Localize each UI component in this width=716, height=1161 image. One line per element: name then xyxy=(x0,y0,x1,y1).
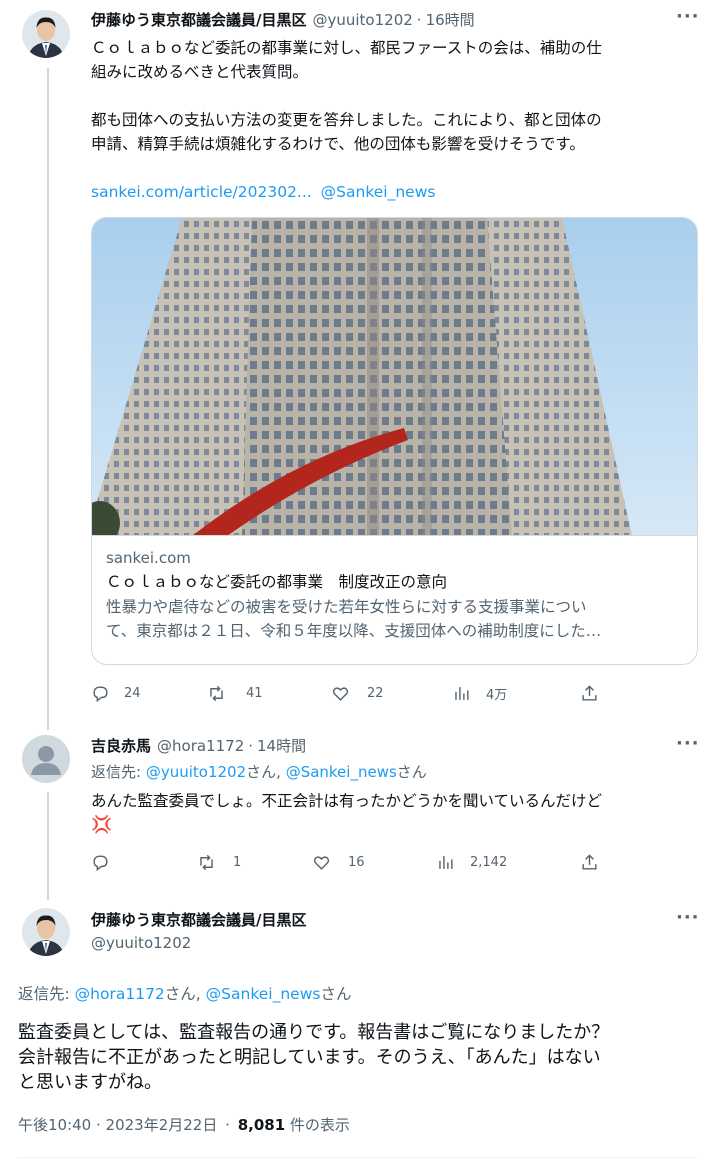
author-handle[interactable]: @hora1172 xyxy=(157,737,244,755)
retweet-icon xyxy=(210,685,223,702)
reply-to-separator: さん, xyxy=(164,985,206,1003)
mention-link[interactable]: @Sankei_news xyxy=(321,183,436,201)
tweet-time[interactable]: 16時間 xyxy=(426,9,475,30)
retweet-icon xyxy=(200,854,213,871)
separator-dot: · xyxy=(248,736,254,755)
anger-emoji: 💢 xyxy=(91,815,113,835)
avatar[interactable] xyxy=(22,735,70,783)
card-title: Ｃｏｌａｂｏなど委託の都事業 制度改正の意向 xyxy=(106,573,448,591)
like-count: 16 xyxy=(348,855,365,870)
author-name[interactable]: 伊藤ゆう東京都議会議員/目黒区 xyxy=(91,909,306,930)
reply-to-mention[interactable]: @yuuito1202 xyxy=(146,763,246,781)
more-icon[interactable]: ··· xyxy=(676,907,700,928)
article-link[interactable]: sankei.com/article/202302... xyxy=(91,183,312,201)
tweet-text: あんた監査委員でしょ。不正会計は有ったかどうかを聞いているんだけど 💢 xyxy=(91,789,696,837)
card-description: 性暴力や虐待などの被害を受けた若年女性らに対する支援事業につい て、東京都は２１… xyxy=(106,595,683,643)
reply-to-mention[interactable]: @hora1172 xyxy=(75,985,165,1003)
author-name[interactable]: 伊藤ゆう東京都議会議員/目黒区 xyxy=(91,9,306,30)
link-card[interactable]: sankei.com Ｃｏｌａｂｏなど委託の都事業 制度改正の意向 性暴力や虐待… xyxy=(91,217,698,665)
reply-count: 24 xyxy=(124,686,141,701)
tweet-line: Ｃｏｌａｂｏなど委託の都事業に対し、都民ファーストの会は、補助の仕 xyxy=(91,39,602,57)
author-name[interactable]: 吉良赤馬 xyxy=(91,735,151,756)
avatar[interactable] xyxy=(22,10,70,58)
tweet-line: と思いますがね。 xyxy=(18,1072,162,1093)
like-button[interactable]: 16 xyxy=(312,853,365,872)
view-label: 件の表示 xyxy=(289,1116,350,1134)
card-desc-line: て、東京都は２１日、令和５年度以降、支援団体への補助制度にした… xyxy=(106,622,602,640)
tweet-line: 都も団体への支払い方法の変更を答弁しました。これにより、都と団体の xyxy=(91,111,602,129)
reply-button[interactable] xyxy=(91,853,124,872)
like-count: 22 xyxy=(367,686,384,701)
tweet-line xyxy=(91,84,696,108)
reply-button[interactable]: 24 xyxy=(91,684,141,703)
more-icon[interactable]: ··· xyxy=(676,733,700,754)
like-icon xyxy=(332,687,349,701)
author-handle[interactable]: @yuuito1202 xyxy=(91,934,191,952)
reply-icon xyxy=(93,855,108,872)
separator-dot: · xyxy=(225,1116,230,1134)
reply-to-mention[interactable]: @Sankei_news xyxy=(206,985,321,1003)
retweet-count: 41 xyxy=(246,686,263,701)
separator-dot: · xyxy=(416,10,422,29)
reply-to: 返信先: @hora1172さん, @Sankei_newsさん xyxy=(18,983,351,1005)
retweet-count: 1 xyxy=(233,855,242,870)
view-count: 8,081 xyxy=(237,1116,286,1134)
reply-to: 返信先: @yuuito1202さん, @Sankei_newsさん xyxy=(91,761,427,783)
reply-to-suffix: さん xyxy=(396,763,427,781)
views-icon xyxy=(439,856,453,869)
reply-icon xyxy=(93,686,108,703)
author-handle[interactable]: @yuuito1202 xyxy=(312,11,412,29)
tweet-text: 監査委員としては、監査報告の通りです。報告書はご覧になりましたか？ 会計報告に不… xyxy=(18,1020,708,1095)
avatar[interactable] xyxy=(22,908,70,956)
retweet-button[interactable]: 1 xyxy=(197,853,241,872)
tweet-line: 申請、精算手続は煩雑化するわけで、他の団体も影響を受けそうです。 xyxy=(91,135,585,153)
thread-line xyxy=(47,792,49,900)
thread-line xyxy=(47,68,49,730)
like-icon xyxy=(313,856,330,870)
like-button[interactable]: 22 xyxy=(331,684,384,703)
tweet-timestamp[interactable]: 午後10:40 · 2023年2月22日 xyxy=(18,1116,217,1134)
share-icon xyxy=(582,685,597,701)
tweet-line: 監査委員としては、監査報告の通りです。報告書はご覧になりましたか？ xyxy=(18,1022,610,1043)
views-button[interactable]: 2,142 xyxy=(436,853,507,872)
views-button[interactable]: 4万 xyxy=(452,684,507,703)
reply-to-suffix: さん xyxy=(320,985,352,1003)
reply-to-mention[interactable]: @Sankei_news xyxy=(286,763,397,781)
tweet-meta: 午後10:40 · 2023年2月22日 · 8,081 件の表示 xyxy=(18,1114,350,1135)
reply-to-label: 返信先: xyxy=(18,985,70,1003)
tweet-time[interactable]: 14時間 xyxy=(257,735,306,756)
share-button[interactable] xyxy=(580,684,599,703)
share-button[interactable] xyxy=(580,853,599,872)
divider xyxy=(18,1157,698,1158)
tweet-text: Ｃｏｌａｂｏなど委託の都事業に対し、都民ファーストの会は、補助の仕 組みに改める… xyxy=(91,36,696,156)
views-count: 2,142 xyxy=(470,855,508,870)
reply-to-separator: さん, xyxy=(246,763,286,781)
tweet-line: 組みに改めるべきと代表質問。 xyxy=(91,63,309,81)
more-icon[interactable]: ··· xyxy=(676,6,700,27)
views-icon xyxy=(455,687,469,700)
card-domain: sankei.com xyxy=(106,549,191,567)
retweet-button[interactable]: 41 xyxy=(207,684,263,703)
card-image xyxy=(92,218,697,536)
share-icon xyxy=(582,854,597,870)
views-count: 4万 xyxy=(486,688,508,703)
card-desc-line: 性暴力や虐待などの被害を受けた若年女性らに対する支援事業につい xyxy=(106,598,587,616)
tweet-line: 会計報告に不正があったと明記しています。そのうえ、「あんた」はない xyxy=(18,1047,601,1068)
reply-to-label: 返信先: xyxy=(91,763,142,781)
tweet-line: あんた監査委員でしょ。不正会計は有ったかどうかを聞いているんだけど xyxy=(91,792,603,810)
